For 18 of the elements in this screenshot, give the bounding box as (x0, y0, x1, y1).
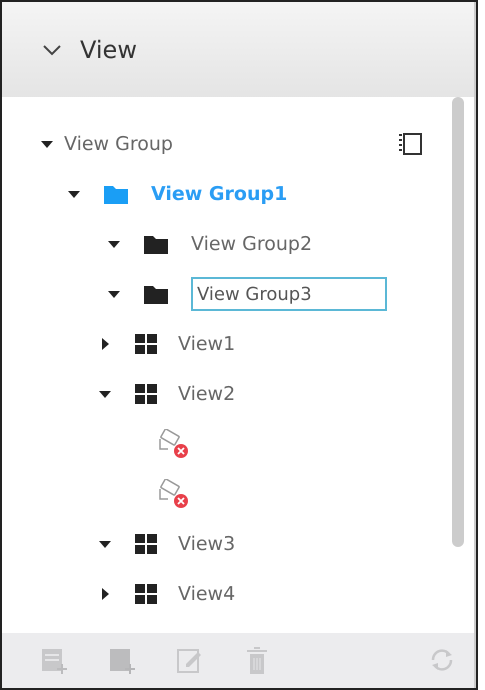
tree-item[interactable]: View1 (178, 330, 236, 358)
folder-icon (143, 283, 169, 305)
folder-icon (143, 233, 169, 255)
tree-item[interactable]: View Group (64, 130, 173, 158)
tree-item[interactable]: View4 (178, 580, 236, 608)
folder-icon (103, 183, 129, 205)
rename-field[interactable]: View Group3 (191, 277, 387, 311)
tree-item[interactable]: View2 (178, 380, 236, 408)
panel-title: View (80, 34, 137, 66)
tree-item[interactable]: View3 (178, 530, 236, 558)
grid-icon (134, 333, 158, 355)
grid-icon (134, 383, 158, 405)
grid-icon (134, 583, 158, 605)
grid-icon (134, 533, 158, 555)
list-view-icon[interactable] (398, 133, 422, 155)
tree-item[interactable]: View Group1 (151, 180, 288, 208)
tree-item[interactable]: View Group2 (191, 230, 312, 258)
scrollbar[interactable] (452, 97, 464, 547)
